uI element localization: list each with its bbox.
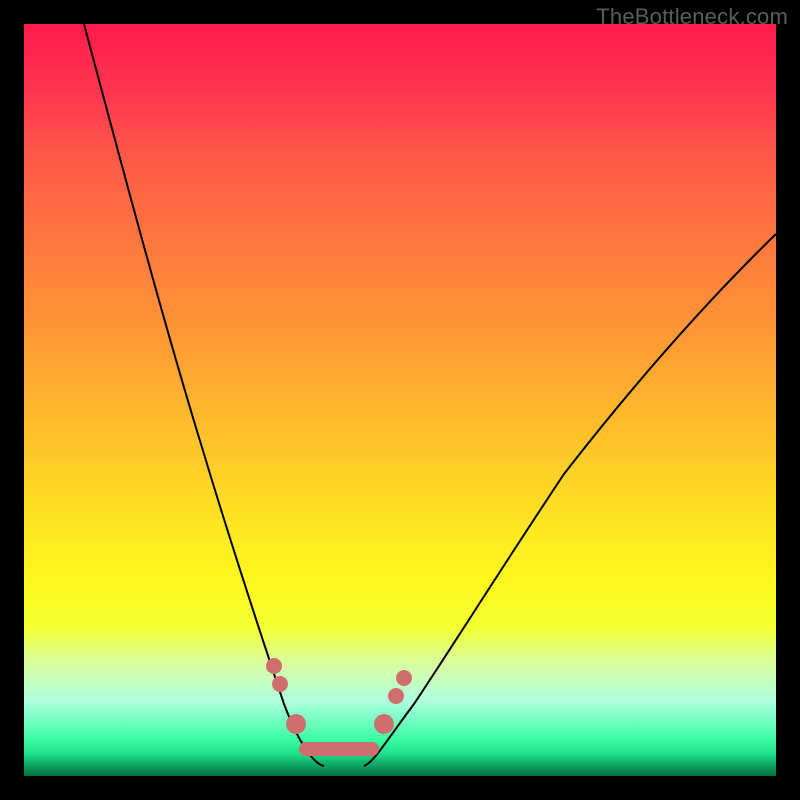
- right-ascent-curve: [364, 234, 776, 766]
- chart-plot-area: [24, 24, 776, 776]
- marker-dot: [286, 714, 306, 734]
- left-descent-curve: [84, 24, 324, 766]
- marker-dot: [396, 670, 412, 686]
- watermark-text: TheBottleneck.com: [596, 4, 788, 30]
- marker-dot: [374, 714, 394, 734]
- bottleneck-curve-svg: [24, 24, 776, 776]
- marker-dot: [388, 688, 404, 704]
- marker-dot: [272, 676, 288, 692]
- marker-dot: [266, 658, 282, 674]
